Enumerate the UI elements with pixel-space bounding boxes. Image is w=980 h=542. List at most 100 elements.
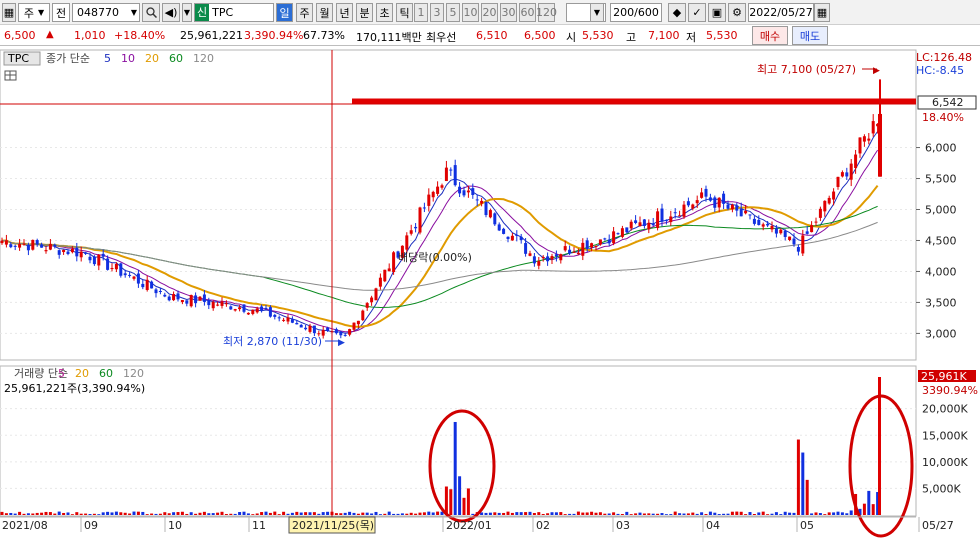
- chart-mode-icon[interactable]: ◆: [668, 3, 686, 22]
- period-button[interactable]: 일: [276, 3, 293, 22]
- volume-bar: [774, 512, 778, 515]
- prev-button[interactable]: 전: [52, 3, 70, 22]
- x-axis-label: 04: [706, 519, 720, 532]
- volume-bar: [691, 512, 695, 515]
- volume-bar: [180, 511, 184, 515]
- volume-bar: [290, 512, 294, 515]
- volume-bar: [871, 504, 875, 515]
- x-axis-label: 03: [616, 519, 630, 532]
- stock-chart[interactable]: TPC 종가 단순 5 10 20 60 120 거래량 단순 5 20 60 120 25,…: [0, 47, 980, 542]
- volume-bar: [814, 512, 818, 515]
- candle-body: [114, 263, 118, 270]
- code-input[interactable]: 048770 ▼: [72, 3, 140, 22]
- period-button[interactable]: 년: [336, 3, 353, 22]
- candle-body: [35, 240, 39, 245]
- volume-bar: [255, 513, 259, 515]
- volume-bar: [748, 512, 752, 515]
- chart-check-icon[interactable]: ✓: [688, 3, 706, 22]
- gear-icon[interactable]: ⚙: [728, 3, 746, 22]
- market-label: 주: [23, 6, 34, 20]
- volume-bar: [695, 513, 699, 515]
- interval-button[interactable]: 10: [462, 3, 479, 22]
- candle-body: [321, 330, 325, 336]
- volume-bar: [13, 513, 17, 515]
- volume-bar: [40, 512, 44, 515]
- volume-bar: [53, 513, 57, 515]
- candle-body: [576, 252, 580, 255]
- volume-bar: [387, 511, 391, 515]
- count-field[interactable]: 200/600: [610, 3, 662, 22]
- candle-body: [722, 193, 726, 204]
- candle-body: [44, 250, 48, 252]
- volume-bar: [326, 511, 330, 515]
- candle-body: [352, 322, 356, 330]
- candle-body: [678, 215, 682, 217]
- volume-bar: [673, 511, 677, 515]
- interval-button[interactable]: 120: [536, 3, 557, 22]
- interval-button[interactable]: 30: [500, 3, 517, 22]
- candle-body: [488, 210, 492, 218]
- stock-name-field[interactable]: 신 TPC: [194, 3, 274, 22]
- volume-bar: [840, 512, 844, 515]
- candle-body: [370, 297, 374, 303]
- candle-body: [202, 294, 206, 302]
- candle-body: [629, 221, 633, 229]
- candle-body: [361, 310, 365, 321]
- high-label: 고: [626, 31, 637, 44]
- sound-icon[interactable]: ◀): [162, 3, 180, 22]
- volume-bar: [273, 511, 277, 515]
- interval-button[interactable]: 5: [446, 3, 460, 22]
- candle-body: [770, 225, 774, 230]
- period-button[interactable]: 분: [356, 3, 373, 22]
- volume-bar: [519, 512, 523, 515]
- interval-button[interactable]: 60: [519, 3, 536, 22]
- volume-bar: [286, 513, 290, 515]
- interval-button[interactable]: 1: [414, 3, 428, 22]
- sell-button[interactable]: 매도: [792, 26, 828, 45]
- x-axis-label: 05: [800, 519, 814, 532]
- interval-button[interactable]: 20: [481, 3, 498, 22]
- interval-button[interactable]: 3: [430, 3, 444, 22]
- chevron-down-icon[interactable]: ▼: [182, 3, 192, 22]
- volume-bar: [0, 511, 4, 515]
- candle-body: [264, 307, 268, 309]
- volume-bar: [132, 511, 136, 515]
- volume-bar: [726, 513, 730, 515]
- candle-body: [444, 167, 448, 182]
- candle-body: [572, 251, 576, 253]
- volume-bar: [471, 513, 475, 515]
- buy-button[interactable]: 매수: [752, 26, 788, 45]
- candle-body: [862, 136, 866, 142]
- candle-body: [695, 200, 699, 204]
- volume-bar: [730, 511, 734, 515]
- chevron-down-icon[interactable]: ▼: [590, 3, 604, 22]
- menu-icon[interactable]: ▦: [2, 3, 16, 22]
- volume-bar: [176, 512, 180, 515]
- volume-bar: [466, 488, 470, 515]
- candle-body: [449, 169, 453, 171]
- market-select[interactable]: 주 ▼: [18, 3, 50, 22]
- candle-body: [752, 218, 756, 224]
- x-axis-label: 02: [536, 519, 550, 532]
- period-button[interactable]: 틱: [396, 3, 413, 22]
- volume-bar: [510, 512, 514, 515]
- candle-body: [717, 197, 721, 208]
- volume-bar: [563, 514, 567, 515]
- volume-bar: [827, 512, 831, 515]
- volume-bar: [268, 512, 272, 515]
- volume-bar: [532, 512, 536, 515]
- price-change: 1,010: [74, 29, 106, 42]
- search-icon[interactable]: [142, 3, 160, 22]
- candle-body: [792, 238, 796, 245]
- period-button[interactable]: 주: [296, 3, 313, 22]
- save-icon[interactable]: ▣: [708, 3, 726, 22]
- candle-body: [735, 205, 739, 211]
- volume-bar: [832, 512, 836, 515]
- calendar-icon[interactable]: ▦: [814, 3, 830, 22]
- period-button[interactable]: 월: [316, 3, 333, 22]
- candle-body: [387, 268, 391, 272]
- period-button[interactable]: 초: [376, 3, 393, 22]
- volume-bar: [163, 512, 167, 515]
- candle-body: [436, 186, 440, 194]
- date-field[interactable]: 2022/05/27: [748, 3, 814, 22]
